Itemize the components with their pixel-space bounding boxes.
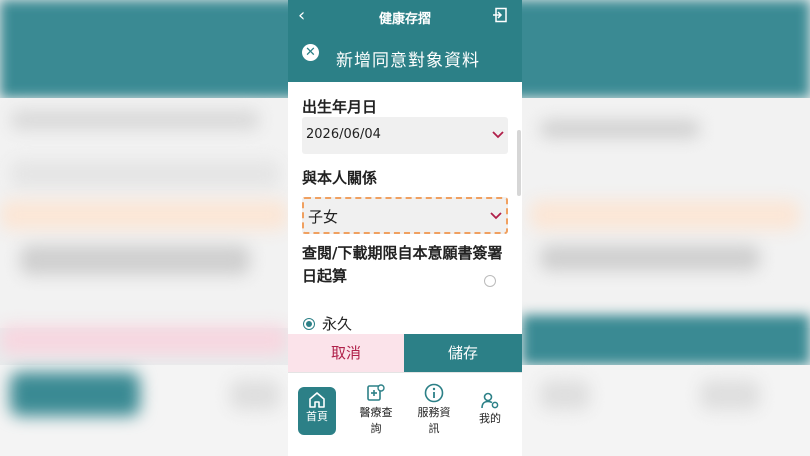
relation-label: 與本人關係 [302, 169, 378, 187]
home-icon [309, 392, 325, 408]
action-bar: 取消 儲存 [288, 334, 522, 372]
radio-forever[interactable] [303, 318, 315, 330]
nav-home-label: 首頁 [306, 410, 328, 423]
app-title: 健康存摺 [378, 12, 431, 27]
nav-medical-search-label: 醫療查詢 [359, 406, 393, 435]
radio-option[interactable] [484, 275, 496, 287]
close-icon[interactable]: ✕ [302, 44, 319, 61]
dialog-title: 新增同意對象資料 [336, 51, 480, 71]
access-period-label: 查閱/下載期限自本意願書簽署日起算 [302, 244, 503, 285]
birth-date-label: 出生年月日 [302, 98, 378, 116]
medical-search-icon [367, 384, 385, 401]
birth-date-value: 2026/06/04 [306, 127, 381, 142]
consent-form: 出生年月日 2026/06/04 與本人關係 子女 查閱/下載期限自本意願書簽署… [288, 82, 522, 334]
nav-medical-search[interactable]: 醫療查詢 [354, 383, 398, 437]
bottom-nav: 首頁 醫療查詢 服務資訊 我的 [288, 372, 522, 456]
cancel-button[interactable]: 取消 [288, 334, 404, 372]
relation-select[interactable]: 子女 [302, 197, 508, 234]
logout-icon[interactable] [492, 7, 508, 23]
nav-service-info[interactable]: 服務資訊 [412, 383, 456, 437]
relation-value: 子女 [308, 208, 339, 226]
save-button[interactable]: 儲存 [404, 334, 522, 372]
nav-my-label: 我的 [479, 412, 501, 425]
nav-my[interactable]: 我的 [472, 391, 508, 427]
radio-forever-label: 永久 [322, 315, 353, 333]
chevron-down-icon [492, 131, 504, 139]
birth-date-select[interactable]: 2026/06/04 [302, 117, 508, 154]
info-icon [424, 383, 444, 403]
scrollbar[interactable] [517, 130, 521, 196]
nav-service-info-label: 服務資訊 [417, 406, 451, 435]
dialog-header: ✕ 新增同意對象資料 [288, 34, 522, 82]
chevron-down-icon [490, 212, 502, 220]
top-bar: ‹ 健康存摺 [288, 0, 522, 34]
user-settings-icon [481, 392, 499, 409]
phone-screen: ‹ 健康存摺 ✕ 新增同意對象資料 出生年月日 2026/06/04 與本人關係… [288, 0, 522, 456]
nav-home[interactable]: 首頁 [298, 387, 336, 435]
